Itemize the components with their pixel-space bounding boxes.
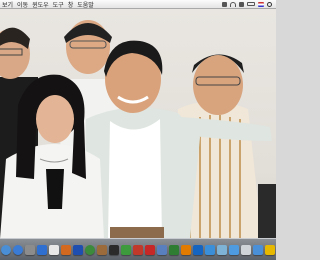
media-icon[interactable] (73, 244, 83, 255)
menu-item-3[interactable]: 도구 (51, 0, 66, 9)
menu-items: 보기 이동 윈도우 도구 창 도움말 (0, 0, 96, 9)
menu-item-5[interactable]: 도움말 (75, 0, 96, 9)
illustrator-icon[interactable] (181, 244, 191, 255)
chrome-icon[interactable] (85, 244, 95, 255)
torrent-icon[interactable] (121, 244, 131, 255)
dock (0, 238, 276, 260)
calendar-icon[interactable] (49, 244, 59, 255)
status-area (222, 1, 276, 7)
app-icon[interactable] (217, 244, 227, 255)
trash-icon[interactable] (241, 244, 251, 255)
folder-icon[interactable] (205, 244, 215, 255)
desktop-wallpaper (0, 9, 276, 239)
battery-icon[interactable] (247, 2, 255, 6)
photoshop-icon[interactable] (193, 244, 203, 255)
menu-item-0[interactable]: 보기 (0, 0, 15, 9)
pen-icon[interactable] (169, 244, 179, 255)
stack-icon[interactable] (265, 244, 275, 255)
itunes-icon[interactable] (37, 244, 47, 255)
game-icon[interactable] (109, 244, 119, 255)
finder-icon[interactable] (1, 244, 11, 255)
photo-icon[interactable] (61, 244, 71, 255)
bluetooth-icon[interactable] (222, 1, 227, 7)
downloads-icon[interactable] (253, 244, 263, 255)
acrobat-icon[interactable] (145, 244, 155, 255)
group-photo (0, 20, 276, 239)
spotlight-icon[interactable] (267, 1, 272, 7)
menu-bar: 보기 이동 윈도우 도구 창 도움말 (0, 0, 276, 9)
safari-icon[interactable] (13, 244, 23, 255)
menu-item-1[interactable]: 이동 (15, 0, 30, 9)
volume-icon[interactable] (239, 1, 244, 7)
menu-item-2[interactable]: 윈도우 (30, 0, 51, 9)
flag-icon[interactable] (258, 1, 264, 7)
system-icon[interactable] (25, 244, 35, 255)
menu-item-4[interactable]: 창 (66, 0, 76, 9)
chart-icon[interactable] (157, 244, 167, 255)
mail-icon[interactable] (133, 244, 143, 255)
folder2-icon[interactable] (229, 244, 239, 255)
wifi-icon[interactable] (230, 1, 236, 7)
contacts-icon[interactable] (97, 244, 107, 255)
